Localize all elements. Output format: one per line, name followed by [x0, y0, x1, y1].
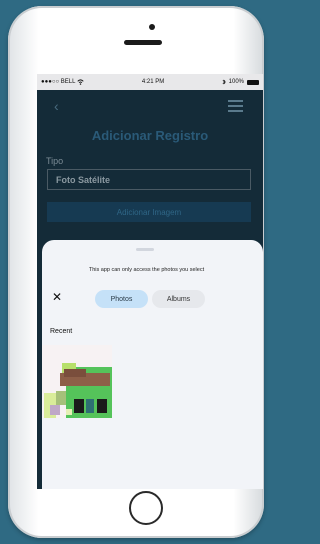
menu-icon[interactable]	[228, 100, 243, 115]
photo-thumbnail-image	[42, 345, 112, 419]
section-title-recent: Recent	[50, 328, 73, 335]
add-image-button[interactable]: Adicionar Imagem	[47, 202, 251, 222]
phone-frame: ●●●○○ BELL 4:21 PM 100% ‹ Adicionar Regi…	[8, 6, 264, 538]
earpiece-speaker	[124, 40, 162, 45]
tab-albums[interactable]: Albums	[152, 290, 205, 308]
battery-icon	[247, 79, 259, 85]
close-icon[interactable]: ✕	[52, 291, 62, 303]
type-select[interactable]: Foto Satélite	[47, 169, 251, 190]
photo-picker-sheet: This app can only access the photos you …	[42, 240, 263, 489]
access-notice: This app can only access the photos you …	[88, 267, 205, 273]
wifi-icon	[77, 79, 85, 85]
page-title: Adicionar Registro	[91, 128, 209, 143]
status-bar: ●●●○○ BELL 4:21 PM 100%	[37, 74, 263, 90]
carrier-label: ●●●○○ BELL	[41, 79, 76, 85]
screen: ●●●○○ BELL 4:21 PM 100% ‹ Adicionar Regi…	[37, 74, 263, 489]
battery-percent: 100%	[228, 79, 244, 85]
clock: 4:21 PM	[141, 79, 165, 85]
home-button[interactable]	[129, 491, 163, 525]
back-chevron-icon[interactable]: ‹	[54, 98, 59, 114]
type-label: Tipo	[46, 156, 64, 166]
front-camera	[149, 24, 155, 30]
photo-thumbnail[interactable]	[42, 345, 112, 419]
bluetooth-icon	[222, 79, 226, 85]
tab-photos[interactable]: Photos	[95, 290, 148, 308]
sheet-grabber[interactable]	[136, 248, 154, 251]
